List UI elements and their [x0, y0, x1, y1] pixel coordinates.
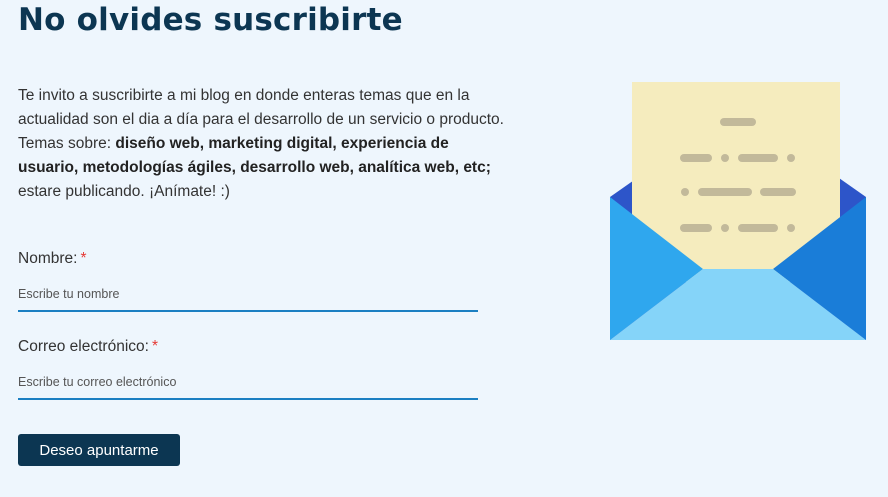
intro-line: Te invito a suscribirte a mi blog en don…	[18, 87, 504, 128]
name-label: Nombre: *	[18, 250, 86, 268]
topics-prefix: Temas sobre:	[18, 135, 116, 152]
intro-closing: estare publicando. ¡Anímate! :)	[18, 183, 230, 200]
email-input[interactable]	[18, 366, 478, 400]
intro-paragraph: Te invito a suscribirte a mi blog en don…	[18, 84, 508, 204]
name-input[interactable]	[18, 278, 478, 312]
email-label-text: Correo electrónico:	[18, 338, 149, 355]
name-label-text: Nombre:	[18, 250, 78, 267]
page-title: No olvides suscribirte	[18, 2, 403, 38]
email-label: Correo electrónico: *	[18, 338, 158, 356]
required-mark: *	[151, 338, 158, 355]
required-mark: *	[80, 250, 87, 267]
intro-text: Te invito a suscribirte a mi blog en don…	[18, 84, 508, 204]
envelope-letter-icon	[610, 82, 866, 340]
subscribe-button[interactable]: Deseo apuntarme	[18, 434, 180, 466]
